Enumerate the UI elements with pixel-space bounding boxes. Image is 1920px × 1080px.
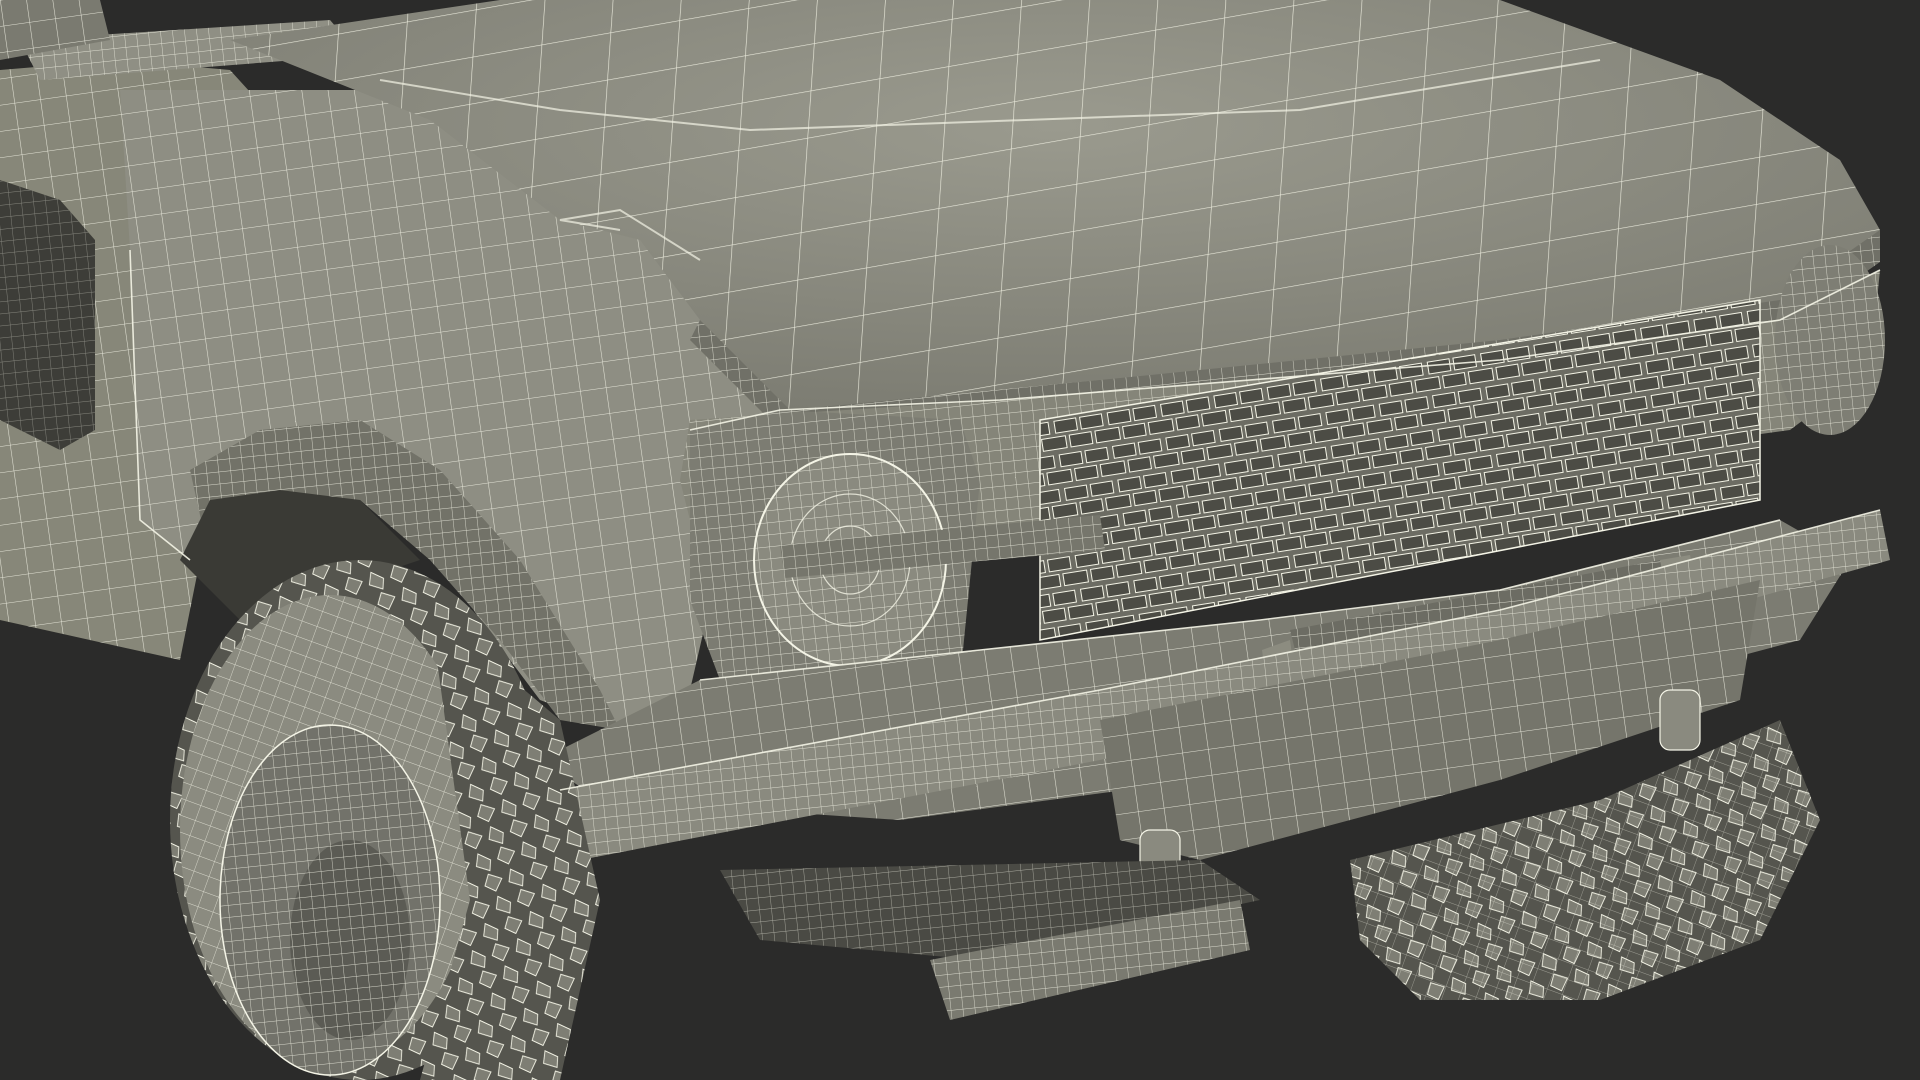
wireframe-render [0,0,1920,1080]
right-corner-light [1775,245,1885,435]
render-viewport [0,0,1920,1080]
left-wheel [219,724,441,1076]
